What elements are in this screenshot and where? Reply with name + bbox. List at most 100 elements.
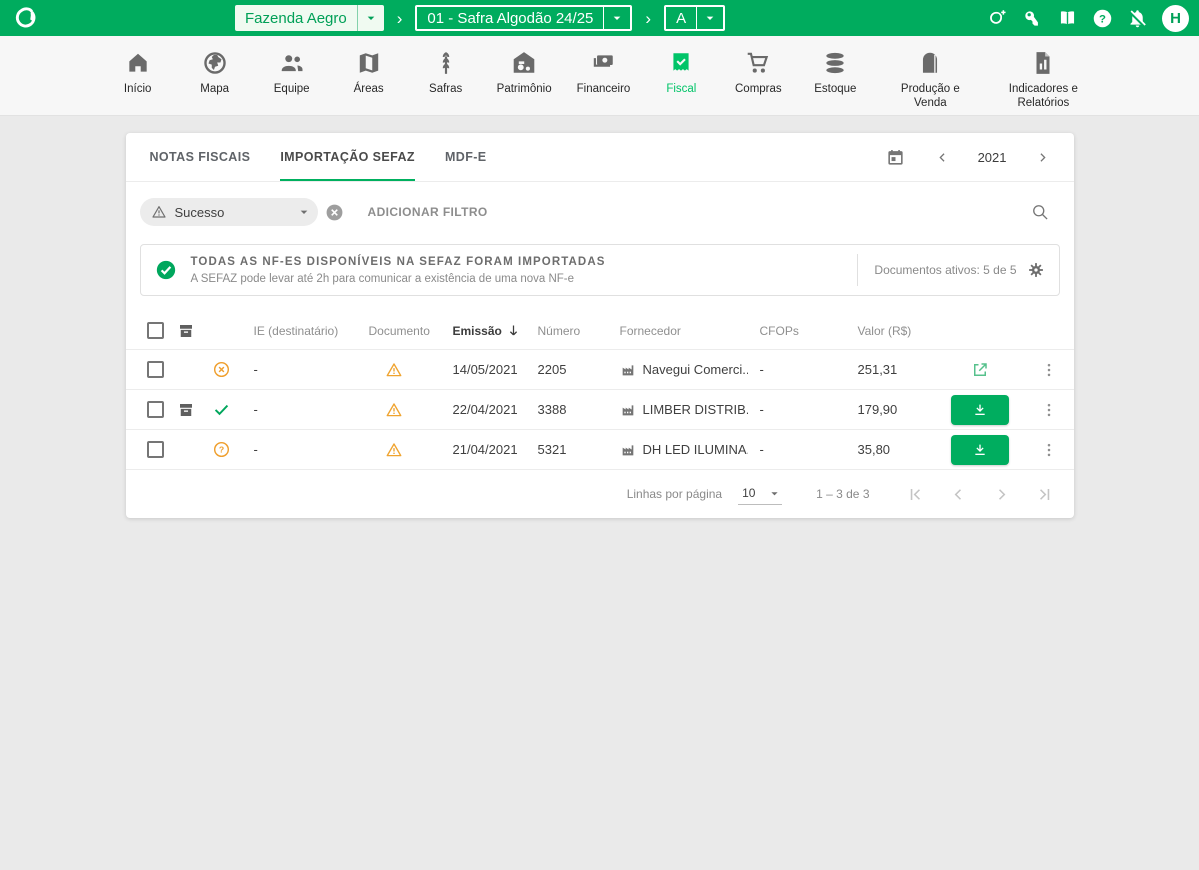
next-year-icon[interactable] — [1035, 150, 1050, 165]
nav-item-compras[interactable]: Compras — [732, 50, 784, 97]
row-menu-icon[interactable] — [1040, 401, 1058, 419]
invite-icon[interactable] — [987, 8, 1008, 29]
cell-numero: 3388 — [526, 402, 608, 417]
status-error-icon — [212, 360, 231, 379]
document-warning-icon[interactable] — [385, 401, 403, 419]
farm-selector[interactable]: Fazenda Aegro — [235, 5, 384, 31]
status-unknown-icon: ? — [212, 440, 231, 459]
wheat-icon — [433, 50, 459, 76]
cell-emissao: 14/05/2021 — [441, 362, 526, 377]
nav-item-label: Áreas — [354, 83, 384, 97]
cell-valor: 35,80 — [846, 442, 936, 457]
search-icon[interactable] — [1030, 202, 1050, 222]
download-icon — [972, 402, 988, 418]
chevron-down-icon — [363, 10, 379, 26]
cell-emissao: 22/04/2021 — [441, 402, 526, 417]
nav-item-fiscal[interactable]: Fiscal — [655, 50, 707, 97]
topbar: Fazenda Aegro › 01 - Safra Algodão 24/25… — [0, 0, 1199, 36]
add-filter-button[interactable]: ADICIONAR FILTRO — [368, 205, 488, 219]
filter-bar: Sucesso ADICIONAR FILTRO — [126, 182, 1074, 236]
header-numero[interactable]: Número — [526, 324, 608, 338]
pagination: Linhas por página 10 1 – 3 de 3 — [126, 470, 1074, 518]
row-menu-icon[interactable] — [1040, 361, 1058, 379]
nav-item-mapa[interactable]: Mapa — [189, 50, 241, 97]
next-page-icon[interactable] — [992, 485, 1011, 504]
last-page-icon[interactable] — [1035, 485, 1054, 504]
nav-item-inicio[interactable]: Início — [112, 50, 164, 97]
harvest-selector[interactable]: 01 - Safra Algodão 24/25 — [415, 5, 632, 31]
header-ie[interactable]: IE (destinatário) — [242, 324, 357, 338]
clear-filter-icon[interactable] — [325, 203, 344, 222]
avatar[interactable]: H — [1162, 5, 1189, 32]
open-in-new-icon[interactable] — [971, 361, 989, 379]
nav-item-equipe[interactable]: Equipe — [266, 50, 318, 97]
download-icon — [972, 442, 988, 458]
select-all-checkbox[interactable] — [147, 322, 164, 339]
farm-selector-label: Fazenda Aegro — [235, 10, 357, 27]
tab-importacao-sefaz[interactable]: IMPORTAÇÃO SEFAZ — [280, 133, 415, 181]
header-emissao[interactable]: Emissão — [441, 323, 526, 338]
table-header: IE (destinatário) Documento Emissão Núme… — [126, 312, 1074, 350]
nav-item-patrimonio[interactable]: Patrimônio — [497, 50, 552, 97]
row-checkbox[interactable] — [147, 361, 164, 378]
cell-valor: 251,31 — [846, 362, 936, 377]
chevron-down-icon — [702, 10, 718, 26]
table-body: -14/05/20212205Navegui Comerci...-251,31… — [126, 350, 1074, 470]
cell-fornecedor: LIMBER DISTRIB... — [608, 402, 748, 418]
row-checkbox[interactable] — [147, 441, 164, 458]
success-check-icon — [155, 259, 177, 281]
cell-numero: 5321 — [526, 442, 608, 457]
previous-page-icon[interactable] — [949, 485, 968, 504]
aegro-logo-icon[interactable] — [12, 5, 39, 32]
knowledge-book-icon[interactable] — [1057, 8, 1078, 29]
rows-per-page-select[interactable]: 10 — [738, 484, 782, 505]
chevron-down-icon — [296, 204, 312, 220]
archived-icon — [177, 401, 195, 419]
help-icon[interactable]: ? — [1092, 8, 1113, 29]
nav-item-label: Indicadores e Relatórios — [999, 83, 1087, 111]
cell-ie: - — [242, 362, 357, 377]
home-icon — [125, 50, 151, 76]
banner-subtitle: A SEFAZ pode levar até 2h para comunicar… — [191, 273, 606, 285]
nav-item-indicadores-e-relatorios[interactable]: Indicadores e Relatórios — [999, 50, 1087, 111]
tab-notas-fiscais[interactable]: NOTAS FISCAIS — [150, 133, 251, 181]
filter-chip-status[interactable]: Sucesso — [140, 198, 318, 226]
svg-text:?: ? — [1099, 13, 1106, 25]
download-button[interactable] — [951, 435, 1009, 465]
money-icon — [590, 50, 616, 76]
first-page-icon[interactable] — [906, 485, 925, 504]
header-valor[interactable]: Valor (R$) — [846, 324, 936, 338]
header-documento[interactable]: Documento — [357, 324, 441, 338]
notifications-off-icon[interactable] — [1127, 8, 1148, 29]
document-warning-icon[interactable] — [385, 441, 403, 459]
nav-item-areas[interactable]: Áreas — [343, 50, 395, 97]
nav-item-financeiro[interactable]: Financeiro — [577, 50, 631, 97]
cell-valor: 179,90 — [846, 402, 936, 417]
main-nav: Início Mapa Equipe Áreas Safras Patrimônio Fin… — [0, 36, 1199, 116]
svg-text:?: ? — [219, 445, 224, 455]
cell-fornecedor: DH LED ILUMINA... — [608, 442, 748, 458]
tab-mdf-e[interactable]: MDF-E — [445, 133, 487, 181]
nav-item-producao-e-venda[interactable]: Produção e Venda — [886, 50, 974, 111]
field-selector[interactable]: A — [664, 5, 725, 31]
gear-icon[interactable] — [1027, 261, 1045, 279]
nav-item-safras[interactable]: Safras — [420, 50, 472, 97]
row-menu-icon[interactable] — [1040, 441, 1058, 459]
download-button[interactable] — [951, 395, 1009, 425]
nav-item-label: Fiscal — [666, 83, 696, 97]
nav-item-label: Início — [124, 83, 152, 97]
cell-ie: - — [242, 442, 357, 457]
header-fornecedor[interactable]: Fornecedor — [608, 324, 748, 338]
cell-fornecedor: Navegui Comerci... — [608, 362, 748, 378]
previous-year-icon[interactable] — [935, 150, 950, 165]
document-warning-icon[interactable] — [385, 361, 403, 379]
header-cfops[interactable]: CFOPs — [748, 324, 846, 338]
nav-item-label: Produção e Venda — [886, 83, 974, 111]
table-row: ?-21/04/20215321DH LED ILUMINA...-35,80 — [126, 430, 1074, 470]
nav-item-estoque[interactable]: Estoque — [809, 50, 861, 97]
barn-icon — [511, 50, 537, 76]
factory-icon — [620, 362, 636, 378]
row-checkbox[interactable] — [147, 401, 164, 418]
key-icon[interactable] — [1022, 8, 1043, 29]
calendar-icon[interactable] — [886, 148, 905, 167]
